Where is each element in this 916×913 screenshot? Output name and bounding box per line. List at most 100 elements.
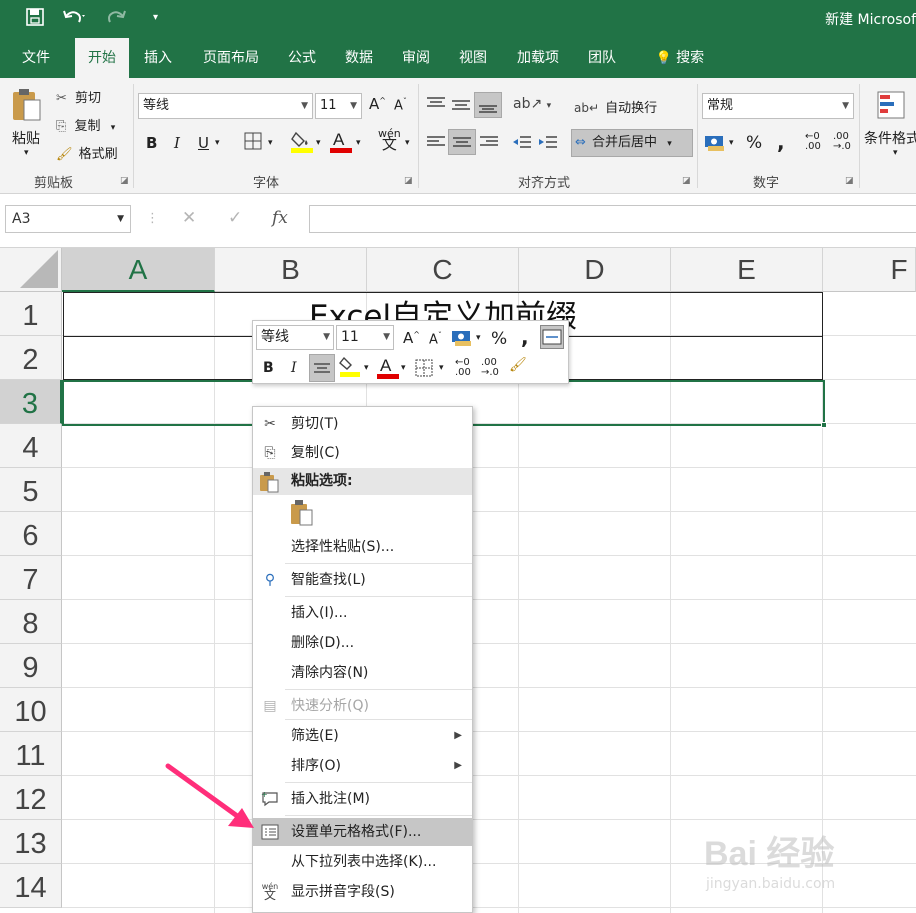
comma-style-icon[interactable]: , (777, 130, 785, 154)
chevron-down-icon[interactable]: ▾ (316, 138, 321, 148)
increase-decimal-icon[interactable]: ←0.00 (805, 132, 821, 152)
row-header-5[interactable]: 5 (0, 468, 62, 512)
row-header-2[interactable]: 2 (0, 336, 62, 380)
tab-0[interactable]: 文件 (14, 38, 58, 78)
chevron-down-icon[interactable]: ▾ (439, 363, 444, 373)
row-header-8[interactable]: 8 (0, 600, 62, 644)
percent-icon[interactable]: % (746, 133, 762, 153)
menu-item-sort[interactable]: 排序(O) ▶ (253, 752, 472, 780)
menu-item-smart-lookup[interactable]: ⚲ 智能查找(L) (253, 566, 472, 594)
conditional-format-icon[interactable] (876, 90, 906, 124)
format-painter-icon[interactable]: 🖌 (509, 357, 527, 373)
tab-4[interactable]: 公式 (280, 38, 324, 78)
chevron-down-icon[interactable]: ▾ (401, 363, 406, 373)
menu-item-insert-comment[interactable]: + 插入批注(M) (253, 785, 472, 813)
percent-icon[interactable]: % (491, 329, 507, 349)
decrease-font-icon[interactable]: Aˇ (394, 97, 407, 113)
select-all-button[interactable] (0, 248, 62, 292)
underline-icon[interactable]: U (198, 134, 209, 152)
undo-icon[interactable] (62, 8, 86, 30)
chevron-down-icon[interactable]: ▾ (364, 363, 369, 373)
increase-indent-icon[interactable] (538, 134, 558, 154)
row-header-13[interactable]: 13 (0, 820, 62, 864)
column-header-f[interactable]: F (823, 248, 916, 292)
font-name-select[interactable]: 等线 ▼ (138, 93, 313, 119)
decrease-decimal-icon[interactable]: .00 →.0 (833, 132, 851, 152)
chevron-down-icon[interactable]: ▾ (356, 138, 361, 148)
fill-color-icon[interactable] (290, 130, 314, 158)
wrap-text-button[interactable]: ab↵ 自动换行 (574, 97, 657, 116)
cancel-icon[interactable]: ✕ (182, 208, 196, 228)
chevron-down-icon[interactable]: ▾ (268, 138, 273, 148)
column-header-d[interactable]: D (519, 248, 671, 292)
tab-3[interactable]: 页面布局 (194, 38, 268, 78)
accounting-format-icon[interactable] (451, 329, 473, 351)
menu-item-quick-analysis[interactable]: ▤ 快速分析(Q) (253, 692, 472, 720)
phonetic-guide-icon[interactable]: wén 文 (378, 128, 401, 152)
paste-button[interactable] (10, 86, 42, 130)
paste-dropdown-icon[interactable]: ▾ (24, 148, 29, 158)
align-top-icon[interactable] (426, 96, 446, 116)
decrease-font-icon[interactable]: Aˇ (429, 331, 442, 347)
increase-font-icon[interactable]: A^ (369, 95, 386, 113)
row-header-6[interactable]: 6 (0, 512, 62, 556)
row-header-3[interactable]: 3 (0, 380, 62, 424)
orientation-icon[interactable]: ab↗ ▾ (513, 96, 551, 112)
chevron-down-icon[interactable]: ▾ (893, 148, 898, 158)
row-header-9[interactable]: 9 (0, 644, 62, 688)
bold-icon[interactable]: B (263, 360, 274, 376)
italic-icon[interactable]: I (174, 134, 180, 152)
copy-button[interactable]: ⎘ 复制 ▾ (56, 115, 115, 134)
tab-8[interactable]: 加载项 (508, 38, 568, 78)
align-middle-icon[interactable] (451, 96, 471, 116)
menu-item-insert[interactable]: 插入(I)... (253, 599, 472, 627)
format-painter-button[interactable]: 🖌 格式刷 (56, 143, 118, 162)
fill-handle[interactable] (821, 422, 827, 428)
font-launcher-icon[interactable]: ◪ (404, 176, 413, 186)
chevron-down-icon[interactable]: ▾ (405, 138, 410, 148)
align-center-icon[interactable] (309, 354, 335, 382)
paste-option-keep-source[interactable] (289, 499, 319, 529)
merge-center-icon[interactable] (540, 325, 564, 349)
menu-item-clear-contents[interactable]: 清除内容(N) (253, 659, 472, 687)
menu-item-filter[interactable]: 筛选(E) ▶ (253, 722, 472, 750)
border-icon[interactable] (415, 359, 433, 381)
menu-item-format-cells[interactable]: 设置单元格格式(F)... (253, 818, 472, 846)
font-size-select[interactable]: 11 ▼ (315, 93, 362, 119)
clipboard-launcher-icon[interactable]: ◪ (120, 176, 129, 186)
row-header-12[interactable]: 12 (0, 776, 62, 820)
italic-icon[interactable]: I (291, 360, 297, 376)
chevron-down-icon[interactable]: ▾ (215, 138, 220, 148)
row-header-4[interactable]: 4 (0, 424, 62, 468)
menu-item-copy[interactable]: ⎘ 复制(C) (253, 439, 472, 467)
tab-5[interactable]: 数据 (337, 38, 381, 78)
align-right-icon[interactable] (479, 134, 499, 154)
redo-icon[interactable] (105, 8, 129, 30)
tab-10[interactable]: 💡 搜索 (645, 38, 715, 78)
merge-center-button[interactable]: ⇔ 合并后居中 ▾ (571, 129, 693, 157)
chevron-down-icon[interactable]: ▾ (729, 138, 734, 148)
alignment-launcher-icon[interactable]: ◪ (682, 176, 691, 186)
enter-icon[interactable]: ✓ (228, 208, 242, 228)
tab-1[interactable]: 开始 (75, 38, 129, 78)
chevron-down-icon[interactable]: ▾ (476, 333, 481, 343)
row-header-1[interactable]: 1 (0, 292, 62, 336)
menu-item-phonetic[interactable]: wén 文 显示拼音字段(S) (253, 878, 472, 906)
menu-item-pick-from-list[interactable]: 从下拉列表中选择(K)... (253, 848, 472, 876)
tab-6[interactable]: 审阅 (394, 38, 438, 78)
row-header-7[interactable]: 7 (0, 556, 62, 600)
insert-function-icon[interactable]: fx (272, 208, 288, 228)
font-color-icon[interactable]: A (377, 354, 399, 384)
increase-decimal-icon[interactable]: ←0.00 (455, 358, 471, 378)
tab-9[interactable]: 团队 (580, 38, 624, 78)
column-header-e[interactable]: E (671, 248, 823, 292)
copy-dropdown-icon[interactable]: ▾ (111, 123, 116, 133)
accounting-format-icon[interactable] (704, 134, 726, 156)
border-icon[interactable] (244, 132, 262, 154)
paste-label[interactable]: 粘贴 (12, 128, 40, 148)
tab-2[interactable]: 插入 (136, 38, 180, 78)
column-header-a[interactable]: A (62, 248, 215, 292)
column-header-c[interactable]: C (367, 248, 519, 292)
mini-font-size-select[interactable]: 11 ▼ (336, 325, 394, 350)
align-bottom-icon[interactable] (474, 92, 502, 118)
